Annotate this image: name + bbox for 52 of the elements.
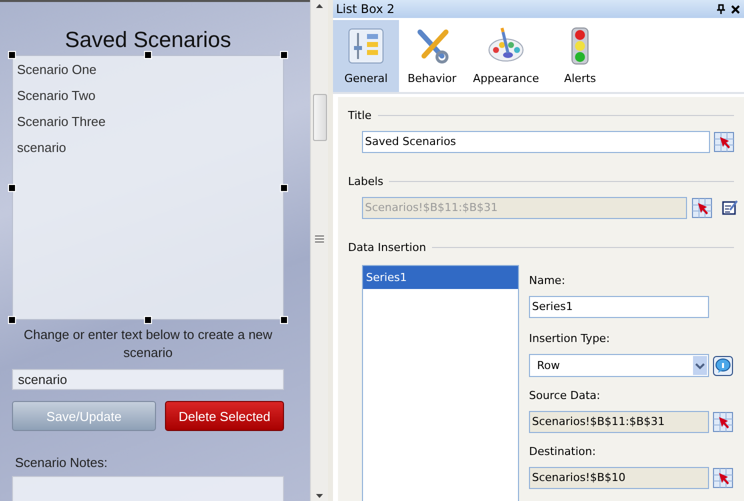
grid-arrow-icon[interactable] bbox=[713, 468, 733, 488]
close-icon[interactable] bbox=[731, 4, 740, 14]
selection-handle[interactable] bbox=[144, 51, 152, 59]
tab[interactable]: Alerts bbox=[547, 20, 614, 92]
selection-handle[interactable] bbox=[280, 316, 288, 324]
section-heading: Labels bbox=[348, 174, 384, 188]
list-item[interactable]: Scenario Three bbox=[16, 112, 107, 131]
grid-arrow-icon[interactable] bbox=[713, 412, 733, 432]
grid-arrow-icon[interactable] bbox=[692, 198, 712, 218]
sliders-icon bbox=[346, 26, 386, 66]
selection-handle[interactable] bbox=[8, 51, 16, 59]
field-label: Source Data: bbox=[529, 389, 602, 403]
speech-bubble-icon[interactable] bbox=[713, 356, 733, 376]
notes-field[interactable] bbox=[12, 476, 284, 501]
scrollbar-thumb[interactable] bbox=[312, 94, 326, 141]
tab[interactable]: General bbox=[333, 20, 399, 92]
grip-icon[interactable] bbox=[315, 235, 324, 243]
field-label: Destination: bbox=[529, 445, 597, 459]
text-field[interactable]: Series1 bbox=[529, 296, 709, 318]
scenario-name-field[interactable]: scenario bbox=[12, 369, 284, 390]
pin-icon[interactable] bbox=[717, 4, 725, 14]
section-heading: Data Insertion bbox=[348, 240, 426, 254]
scroll-up-arrow-icon[interactable] bbox=[315, 3, 324, 9]
scenario-list[interactable]: Scenario One Scenario Two Scenario Three scenario bbox=[12, 55, 284, 320]
text-field[interactable]: Scenarios!$B$10 bbox=[529, 467, 709, 489]
list-item[interactable]: scenario bbox=[16, 138, 68, 157]
pencil-icon[interactable] bbox=[722, 200, 738, 216]
panel-title: List Box 2 bbox=[336, 1, 396, 18]
field-label: Insertion Type: bbox=[529, 332, 611, 346]
delete-button[interactable]: Delete Selected bbox=[165, 401, 284, 431]
text-field[interactable]: Scenarios!$B$11:$B$31 bbox=[529, 411, 709, 433]
dropdown-caret-icon[interactable] bbox=[693, 356, 707, 375]
notes-label: Scenario Notes: bbox=[15, 455, 108, 470]
section-heading: Title bbox=[348, 108, 372, 122]
canvas-title: Saved Scenarios bbox=[64, 28, 232, 52]
text-field[interactable]: Saved Scenarios bbox=[362, 131, 710, 153]
selection-handle[interactable] bbox=[144, 316, 152, 324]
dropdown[interactable]: Row bbox=[529, 354, 709, 377]
scroll-down-arrow-icon[interactable] bbox=[315, 493, 324, 499]
list-item[interactable]: Scenario Two bbox=[16, 86, 97, 105]
instruction-text: Change or enter text below to create a new scenario bbox=[22, 326, 274, 362]
series-list[interactable]: Series1 bbox=[362, 265, 519, 501]
tab[interactable]: Behavior bbox=[399, 20, 465, 92]
list-item[interactable]: Scenario One bbox=[16, 60, 98, 79]
grid-arrow-icon[interactable] bbox=[714, 132, 734, 152]
field-label: Name: bbox=[529, 274, 566, 288]
selection-handle[interactable] bbox=[280, 184, 288, 192]
tab[interactable]: Appearance bbox=[465, 20, 548, 92]
selection-handle[interactable] bbox=[8, 316, 16, 324]
selection-handle[interactable] bbox=[280, 51, 288, 59]
selection-handle[interactable] bbox=[8, 184, 16, 192]
series-item[interactable]: Series1 bbox=[363, 266, 518, 289]
